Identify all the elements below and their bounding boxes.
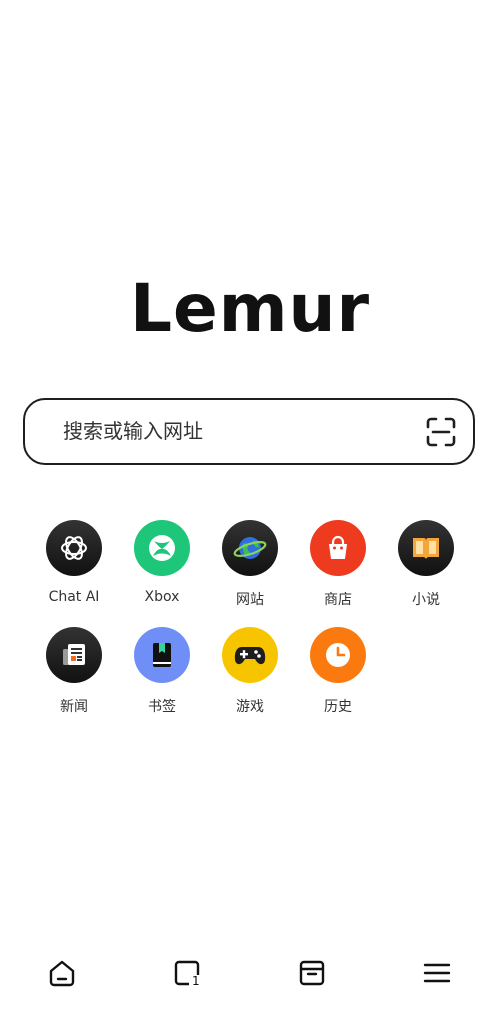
tabs-button[interactable]: 1 — [164, 950, 210, 996]
gamepad-icon — [222, 627, 278, 683]
shortcut-history[interactable]: 历史 — [294, 627, 382, 716]
home-icon — [49, 960, 75, 987]
home-button[interactable] — [39, 950, 85, 996]
search-placeholder[interactable]: 搜索或输入网址 — [63, 400, 203, 462]
bookmark-book-icon — [134, 627, 190, 683]
shortcut-bookmarks[interactable]: 书签 — [118, 627, 206, 716]
search-bar[interactable]: 搜索或输入网址 — [23, 398, 475, 465]
xbox-icon — [134, 520, 190, 576]
shortcut-news[interactable]: 新闻 — [30, 627, 118, 716]
chatgpt-icon — [46, 520, 102, 576]
shortcut-store[interactable]: 商店 — [294, 520, 382, 609]
menu-icon — [423, 963, 451, 983]
shortcut-label: 书签 — [148, 699, 176, 715]
shortcut-label: 小说 — [412, 592, 440, 608]
shortcut-chat-ai[interactable]: Chat AI — [30, 520, 118, 605]
scan-icon[interactable] — [425, 416, 457, 448]
archive-icon — [299, 960, 325, 986]
globe-icon — [222, 520, 278, 576]
app-logo: Lemur — [129, 270, 371, 347]
shortcut-label: 游戏 — [236, 699, 264, 715]
shortcut-label: 网站 — [236, 592, 264, 608]
clock-icon — [310, 627, 366, 683]
shortcut-label: 历史 — [324, 699, 352, 715]
newspaper-icon — [46, 627, 102, 683]
shortcut-novel[interactable]: 小说 — [382, 520, 470, 609]
shopping-bag-icon — [310, 520, 366, 576]
tab-count: 1 — [192, 974, 200, 988]
shortcut-label: Chat AI — [48, 589, 100, 605]
menu-button[interactable] — [414, 950, 460, 996]
shortcut-label: Xbox — [144, 589, 180, 605]
archive-button[interactable] — [289, 950, 335, 996]
shortcut-label: 商店 — [324, 592, 352, 608]
book-icon — [398, 520, 454, 576]
shortcut-website[interactable]: 网站 — [206, 520, 294, 609]
shortcut-xbox[interactable]: Xbox — [118, 520, 206, 605]
shortcut-games[interactable]: 游戏 — [206, 627, 294, 716]
bottom-navigation: 1 — [0, 950, 500, 996]
shortcut-label: 新闻 — [60, 699, 88, 715]
